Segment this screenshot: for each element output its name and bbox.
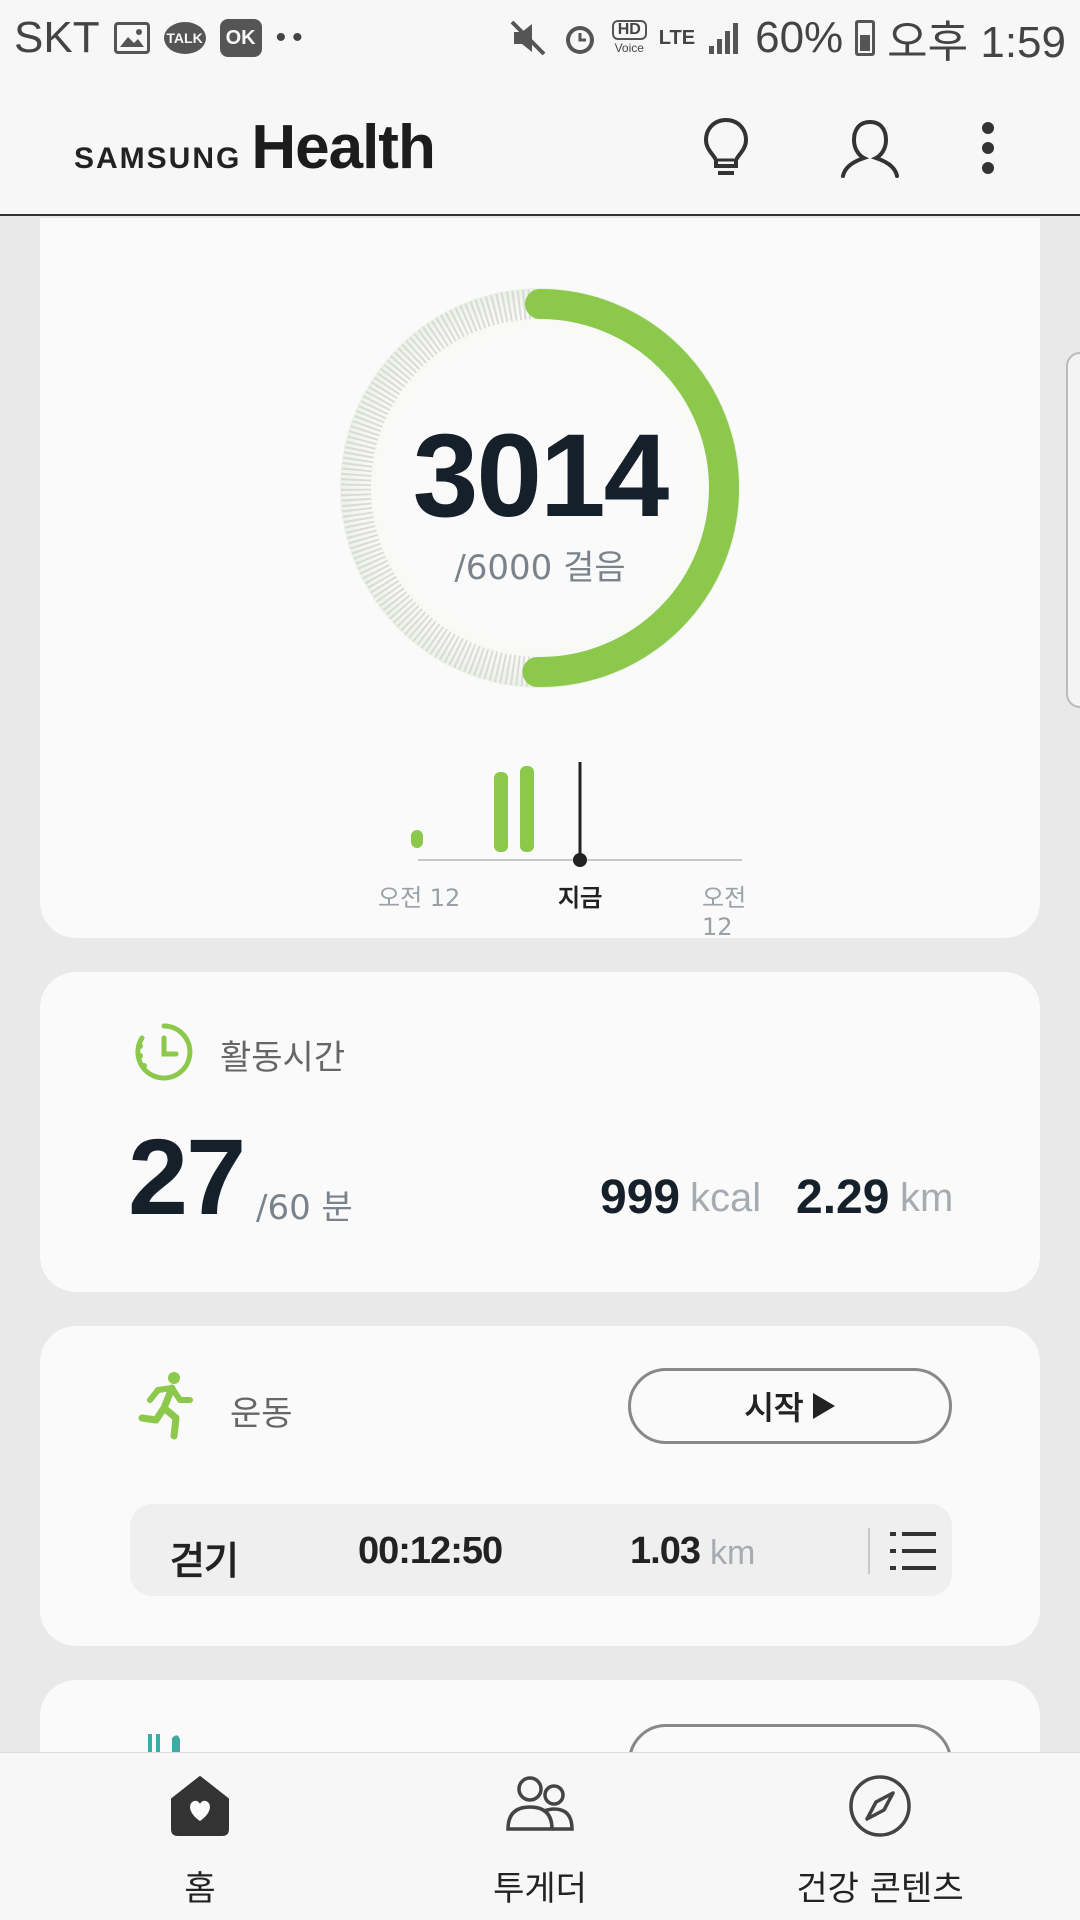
start-exercise-button[interactable]: 시작 bbox=[628, 1368, 952, 1444]
hd-voice-icon: HD Voice bbox=[611, 20, 647, 56]
battery-percent: 60% bbox=[755, 13, 844, 62]
exercise-distance-unit: km bbox=[710, 1534, 756, 1572]
calories-unit: kcal bbox=[690, 1176, 762, 1220]
hist-end-label: 오전 12 bbox=[702, 884, 747, 941]
nav-home-label: 홈 bbox=[184, 1869, 216, 1909]
hist-start-label: 오전 12 bbox=[378, 884, 461, 912]
edge-panel-handle[interactable] bbox=[1066, 352, 1080, 708]
bottom-navigation: 홈 투게더 건강 콘텐츠 bbox=[0, 1752, 1080, 1920]
list-icon[interactable] bbox=[890, 1530, 936, 1572]
mute-icon bbox=[508, 18, 548, 58]
battery-icon bbox=[855, 20, 876, 56]
clock: 오후 1:59 bbox=[887, 18, 1066, 67]
alarm-icon bbox=[560, 18, 600, 58]
hour-bar bbox=[520, 766, 534, 852]
more-options-button[interactable] bbox=[950, 110, 1026, 186]
hour-bar bbox=[411, 830, 423, 848]
compass-icon bbox=[849, 1775, 911, 1837]
nav-together[interactable]: 투게더 bbox=[360, 1753, 720, 1920]
steps-hourly-chart: 오전 12 지금 오전 12 bbox=[378, 728, 758, 941]
active-goal: /60 분 bbox=[256, 1188, 353, 1228]
nav-home[interactable]: 홈 bbox=[20, 1753, 380, 1920]
hour-bar bbox=[494, 772, 508, 852]
nav-discover[interactable]: 건강 콘텐츠 bbox=[700, 1753, 1060, 1920]
play-icon bbox=[813, 1393, 836, 1419]
exercise-duration: 00:12:50 bbox=[358, 1530, 503, 1572]
nav-together-label: 투게더 bbox=[493, 1869, 587, 1909]
signal-icon bbox=[707, 20, 743, 56]
lightbulb-icon bbox=[703, 117, 749, 175]
steps-count: 3014 bbox=[412, 410, 670, 542]
status-bar: SKT TALK OK •• HD Voice LTE 60% 오후 1:59 bbox=[0, 0, 1080, 76]
hist-now-label: 지금 bbox=[558, 884, 603, 912]
people-icon bbox=[506, 1776, 574, 1831]
profile-button[interactable] bbox=[832, 110, 908, 186]
app-bar: SAMSUNG Health bbox=[0, 76, 1080, 216]
steps-card[interactable]: 3014 /6000 걸음 오전 12 지금 오전 12 bbox=[40, 218, 1040, 941]
steps-progress-ring: 3014 /6000 걸음 bbox=[330, 278, 750, 698]
active-time-title: 활동시간 bbox=[220, 1038, 346, 1078]
brand-health: Health bbox=[251, 113, 435, 182]
exercise-card[interactable]: 운동 시작 걷기 00:12:50 1.03 km bbox=[40, 1326, 1040, 1646]
brand-samsung: SAMSUNG bbox=[74, 142, 242, 175]
ok-cashbag-icon: OK bbox=[219, 19, 262, 57]
more-vert-icon bbox=[982, 122, 994, 174]
active-time-card[interactable]: 활동시간 27 /60 분 999 kcal 2.29 km bbox=[40, 972, 1040, 1292]
exercise-type: 걷기 bbox=[170, 1541, 239, 1583]
exercise-title: 운동 bbox=[230, 1394, 293, 1434]
more-notifications-icon: •• bbox=[275, 21, 309, 54]
gallery-icon bbox=[113, 22, 150, 54]
running-icon bbox=[138, 1372, 193, 1440]
distance-unit: km bbox=[900, 1176, 954, 1220]
exercise-record-row[interactable]: 걷기 00:12:50 1.03 km bbox=[130, 1504, 952, 1596]
home-heart-icon bbox=[171, 1776, 229, 1836]
person-icon bbox=[841, 120, 899, 178]
steps-goal: /6000 걸음 bbox=[454, 548, 626, 588]
lte-icon: LTE bbox=[658, 27, 696, 49]
active-minutes: 27 bbox=[128, 1116, 246, 1237]
carrier-label: SKT bbox=[14, 13, 100, 62]
samsung-health-logo: SAMSUNG Health bbox=[74, 112, 436, 183]
calories-value: 999 bbox=[600, 1171, 681, 1224]
exercise-distance: 1.03 bbox=[630, 1530, 701, 1572]
active-time-icon bbox=[135, 1023, 193, 1081]
divider bbox=[868, 1528, 870, 1574]
distance-value: 2.29 bbox=[796, 1171, 890, 1224]
nav-discover-label: 건강 콘텐츠 bbox=[796, 1869, 964, 1909]
kakaotalk-icon: TALK bbox=[163, 22, 206, 54]
start-label: 시작 bbox=[744, 1389, 804, 1427]
tips-button[interactable] bbox=[688, 110, 764, 186]
